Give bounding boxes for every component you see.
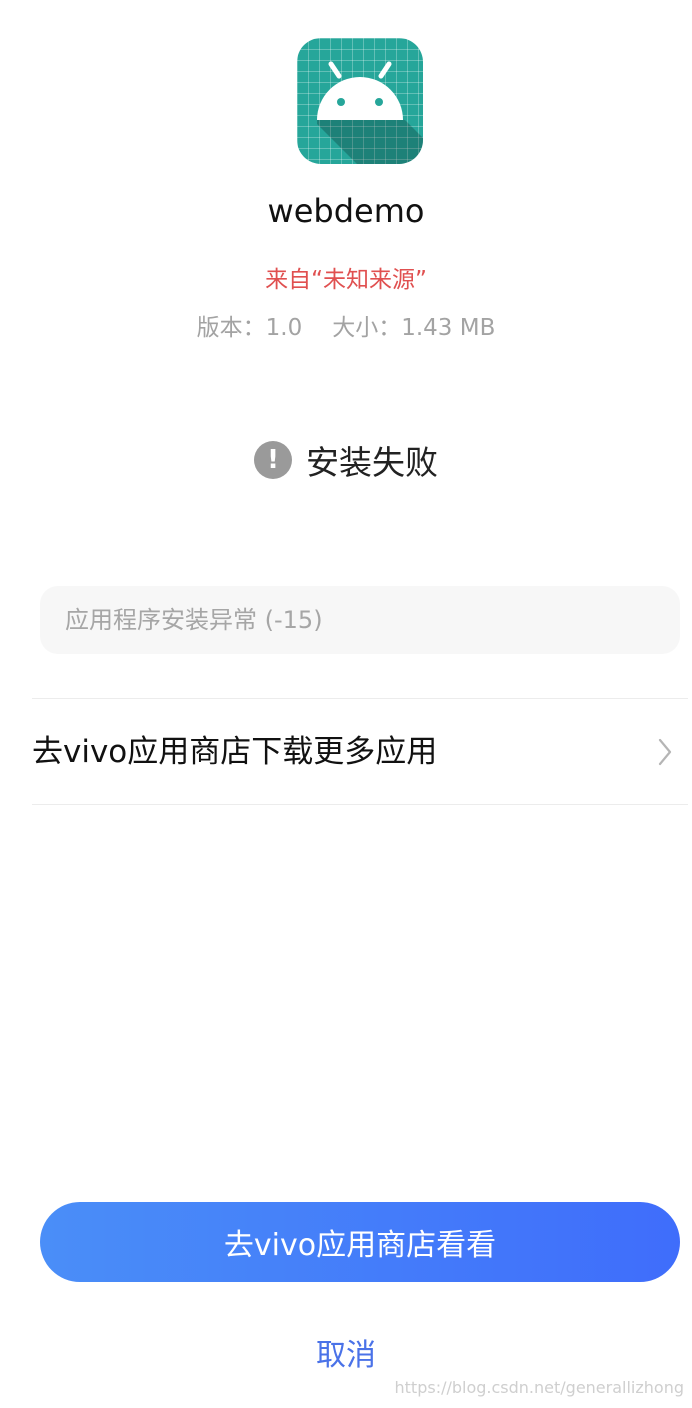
go-to-store-button[interactable]: 去vivo应用商店看看 bbox=[40, 1202, 680, 1282]
android-robot-icon bbox=[317, 61, 423, 164]
chevron-right-icon bbox=[658, 738, 672, 766]
version-label: 版本：1.0 bbox=[196, 315, 303, 341]
cancel-button[interactable]: 取消 bbox=[246, 1326, 446, 1378]
error-message: 应用程序安装异常 (-15) bbox=[65, 606, 323, 634]
error-box: 应用程序安装异常 (-15) bbox=[40, 586, 680, 654]
app-name: webdemo bbox=[267, 192, 425, 230]
divider bbox=[32, 804, 688, 805]
status-text: 安装失败 bbox=[306, 443, 438, 482]
store-row[interactable]: 去vivo应用商店下载更多应用 bbox=[32, 700, 688, 804]
install-status: ! 安装失败 bbox=[0, 438, 692, 482]
source-label: 来自“未知来源” bbox=[265, 267, 427, 293]
app-icon bbox=[297, 38, 423, 164]
size-label: 大小：1.43 MB bbox=[332, 315, 496, 341]
watermark: https://blog.csdn.net/generallizhong bbox=[394, 1378, 684, 1397]
exclamation-icon: ! bbox=[254, 441, 292, 479]
app-meta: 版本：1.0 大小：1.43 MB bbox=[0, 308, 692, 342]
divider bbox=[32, 698, 688, 699]
store-row-label: 去vivo应用商店下载更多应用 bbox=[32, 734, 438, 770]
